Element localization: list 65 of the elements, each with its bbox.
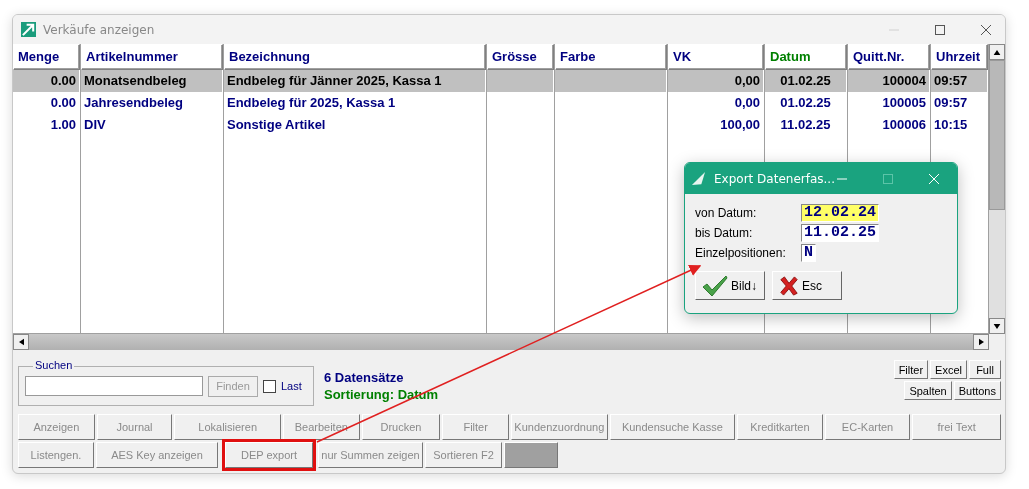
window-title: Verkäufe anzeigen	[43, 22, 155, 37]
table-cell-text: Jahresendbeleg	[83, 94, 184, 112]
column-header[interactable]: Farbe	[555, 44, 667, 70]
up-arrow-icon	[993, 49, 1001, 55]
dialog-title: Export Datenerfas...	[714, 171, 835, 186]
dialog-button[interactable]: Esc	[772, 271, 842, 300]
search-field[interactable]	[25, 376, 203, 396]
column-header[interactable]: Artikelnummer	[81, 44, 223, 70]
app-logo-icon	[691, 171, 706, 186]
field-label: Einzelpositionen:	[695, 246, 787, 260]
table-cell-text: 100005	[881, 94, 927, 112]
scroll-right-button[interactable]	[973, 334, 989, 350]
column-header[interactable]: Menge	[13, 44, 80, 70]
column-header[interactable]: Grösse	[487, 44, 554, 70]
table-cell: 0,00	[668, 70, 763, 92]
right-arrow-icon	[978, 338, 984, 346]
toolbar-button[interactable]: Full	[969, 360, 1001, 379]
input-field[interactable]: N	[801, 244, 816, 262]
scroll-left-button[interactable]	[13, 334, 29, 350]
table-cell: Monatsendbeleg	[81, 70, 222, 92]
input-field[interactable]: 11.02.25	[801, 224, 879, 242]
table-cell: 01.02.25	[765, 70, 846, 92]
blank-button[interactable]	[504, 442, 558, 468]
table-cell-text: 1.00	[49, 116, 77, 134]
table-cell: 0.00	[13, 70, 79, 92]
table-cell-text: 11.02.25	[779, 116, 832, 134]
close-icon[interactable]	[981, 24, 991, 35]
table-cell-text: Endbeleg für 2025, Kassa 1	[226, 94, 397, 112]
checkbox[interactable]	[263, 379, 276, 393]
table-cell: 100004	[848, 70, 929, 92]
left-arrow-icon	[18, 338, 24, 346]
table-cell-text: 09:57	[933, 94, 969, 112]
field-label: von Datum:	[695, 206, 758, 220]
table-cell-text: 0.00	[49, 94, 77, 112]
checkbox-label: Last	[281, 380, 302, 392]
maximize-icon[interactable]	[935, 24, 945, 35]
toolbar-button[interactable]: Excel	[930, 360, 967, 379]
toolbar-button[interactable]: Buttons	[953, 381, 1001, 400]
column-header[interactable]: Bezeichnung	[224, 44, 486, 70]
field-label: bis Datum:	[695, 226, 754, 240]
table-cell-text: Sonstige Artikel	[226, 116, 327, 134]
column-header[interactable]: Datum	[765, 44, 847, 70]
scroll-down-button[interactable]	[989, 318, 1005, 334]
toolbar-button[interactable]: Filter	[893, 360, 929, 379]
table-cell-text: DIV	[83, 116, 107, 134]
table-cell-text: 10:15	[933, 116, 969, 134]
group-label: Suchen	[33, 359, 75, 371]
toolbar-button[interactable]: Spalten	[904, 381, 952, 400]
column-header[interactable]: Uhrzeit	[931, 44, 988, 70]
table-cell: 09:57	[931, 70, 987, 92]
cross-icon	[779, 274, 799, 297]
table-cell-text: 01.02.25	[779, 94, 832, 112]
table-cell-text: 100006	[881, 116, 927, 134]
app-logo-icon	[21, 22, 36, 37]
column-header[interactable]: Quitt.Nr.	[848, 44, 930, 70]
scroll-up-button[interactable]	[989, 44, 1005, 60]
input-field[interactable]: 12.02.24	[801, 204, 879, 222]
table-cell: Endbeleg für Jänner 2025, Kassa 1	[224, 70, 485, 92]
dialog-button[interactable]: Bild↓	[695, 271, 765, 300]
table-cell-text: 100,00	[719, 116, 761, 134]
down-arrow-icon	[993, 323, 1001, 329]
column-header[interactable]: VK	[668, 44, 764, 70]
table-cell-text: 0,00	[733, 94, 761, 112]
record-count: 6 Datensätze	[324, 370, 405, 385]
checkmark-icon	[702, 274, 728, 297]
